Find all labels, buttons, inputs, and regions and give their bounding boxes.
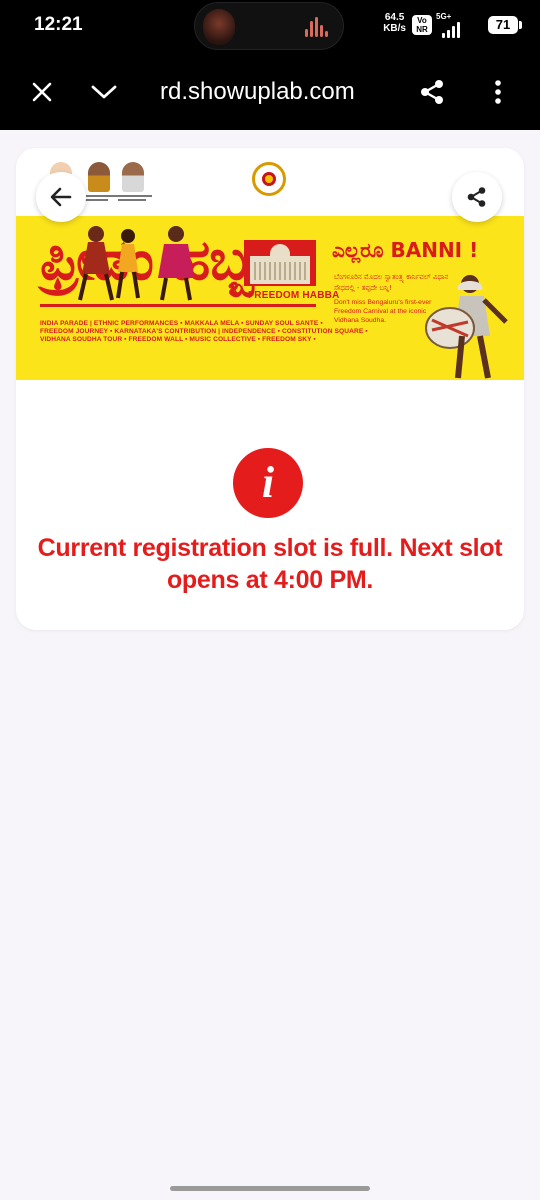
dancer-figure [158, 226, 194, 301]
page-share-button[interactable] [452, 172, 502, 222]
network-speed: 64.5 KB/s [383, 12, 406, 34]
events-line: INDIA PARADE | ETHNIC PERFORMANCES ▪ MAK… [40, 320, 323, 327]
back-button[interactable] [36, 172, 86, 222]
portrait-caption [118, 195, 178, 201]
ellaru-banni-heading: ಎಲ್ಲರೂ BANNI ! [332, 238, 479, 262]
net-speed-value: 64.5 [384, 12, 405, 23]
close-icon [32, 82, 52, 102]
share-button[interactable] [410, 70, 454, 114]
volte-icon: Vo NR [412, 15, 432, 35]
banner-title-suffix: ಬ [228, 276, 243, 301]
portrait-image [122, 162, 144, 192]
close-button[interactable] [20, 70, 64, 114]
freedom-habba-banner: ಫ್ರೀಡಂ ಹಬ್ಬ ಬ FREEDOM HABBA INDIA PARADE… [16, 216, 524, 380]
status-time: 12:21 [34, 14, 83, 35]
events-line: VIDHANA SOUDHA TOUR ▪ FREEDOM WALL ▪ MUS… [40, 336, 316, 343]
status-bar: 12:21 64.5 KB/s Vo NR 5G+ 71 [0, 0, 540, 54]
volte-top: Vo [417, 16, 427, 25]
portrait-image [88, 162, 110, 192]
home-indicator[interactable] [170, 1186, 370, 1191]
browser-toolbar: rd.showuplab.com [0, 54, 540, 130]
info-glyph: i [261, 458, 275, 507]
battery-icon: 71 [488, 16, 522, 34]
sponsor-strip [16, 148, 524, 216]
events-line: FREEDOM JOURNEY ▪ KARNATAKA'S CONTRIBUTI… [40, 328, 368, 335]
chevron-down-icon [91, 85, 117, 99]
info-icon: i [233, 448, 303, 518]
audio-wave-icon [305, 17, 329, 37]
net-speed-unit: KB/s [383, 23, 406, 34]
banner-divider [40, 304, 316, 307]
arrow-left-icon [50, 187, 72, 207]
media-thumbnail [203, 9, 235, 45]
content-card: ಫ್ರೀಡಂ ಹಬ್ಬ ಬ FREEDOM HABBA INDIA PARADE… [16, 148, 524, 630]
signal-label: 5G+ [436, 12, 452, 21]
expand-button[interactable] [82, 70, 126, 114]
more-options-button[interactable] [476, 70, 520, 114]
share-icon [421, 80, 443, 104]
slot-full-message: Current registration slot is full. Next … [37, 534, 503, 594]
more-vert-icon [495, 80, 501, 104]
status-indicators: 64.5 KB/s Vo NR 5G+ 71 [358, 10, 522, 44]
vidhana-soudha-image [244, 240, 316, 286]
signal-bars [440, 22, 460, 38]
karnataka-emblem-icon [252, 162, 286, 196]
drummer-figure [425, 275, 508, 379]
signal-icon: 5G+ [436, 12, 460, 38]
url-display[interactable]: rd.showuplab.com [160, 78, 355, 106]
volte-bottom: NR [416, 25, 428, 34]
freedom-habba-label: FREEDOM HABBA [248, 290, 340, 301]
share-icon [467, 187, 486, 207]
dancer-figure [78, 226, 140, 301]
dynamic-island[interactable] [194, 2, 344, 50]
